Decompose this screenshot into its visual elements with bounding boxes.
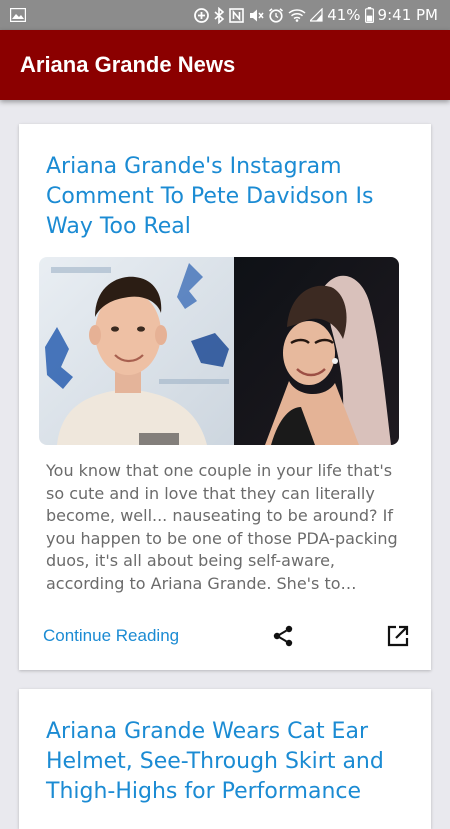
mute-icon: [248, 8, 264, 23]
app-title: Ariana Grande News: [20, 52, 236, 77]
image-icon: [10, 8, 26, 22]
app-bar: Ariana Grande News: [0, 30, 450, 100]
article-card[interactable]: Ariana Grande Wears Cat Ear Helmet, See-…: [19, 689, 431, 829]
battery-percent: 41%: [327, 6, 361, 24]
share-icon[interactable]: [271, 624, 295, 648]
nfc-icon: [229, 7, 245, 23]
continue-reading-link[interactable]: Continue Reading: [43, 626, 179, 646]
status-bar: 41% 9:41 PM: [0, 0, 450, 30]
clock: 9:41 PM: [377, 6, 438, 24]
article-card[interactable]: Ariana Grande's Instagram Comment To Pet…: [19, 124, 431, 670]
open-in-new-icon[interactable]: [387, 625, 409, 647]
article-title[interactable]: Ariana Grande Wears Cat Ear Helmet, See-…: [46, 717, 406, 807]
data-saver-icon: [193, 7, 210, 24]
bluetooth-icon: [214, 6, 225, 24]
alarm-icon: [268, 7, 284, 23]
article-image-photo: [39, 257, 399, 445]
battery-icon: [364, 7, 374, 23]
article-image[interactable]: [39, 257, 399, 445]
cell-signal-icon: [310, 8, 323, 22]
article-excerpt: You know that one couple in your life th…: [46, 461, 398, 593]
wifi-icon: [288, 8, 306, 22]
article-title[interactable]: Ariana Grande's Instagram Comment To Pet…: [46, 152, 406, 242]
